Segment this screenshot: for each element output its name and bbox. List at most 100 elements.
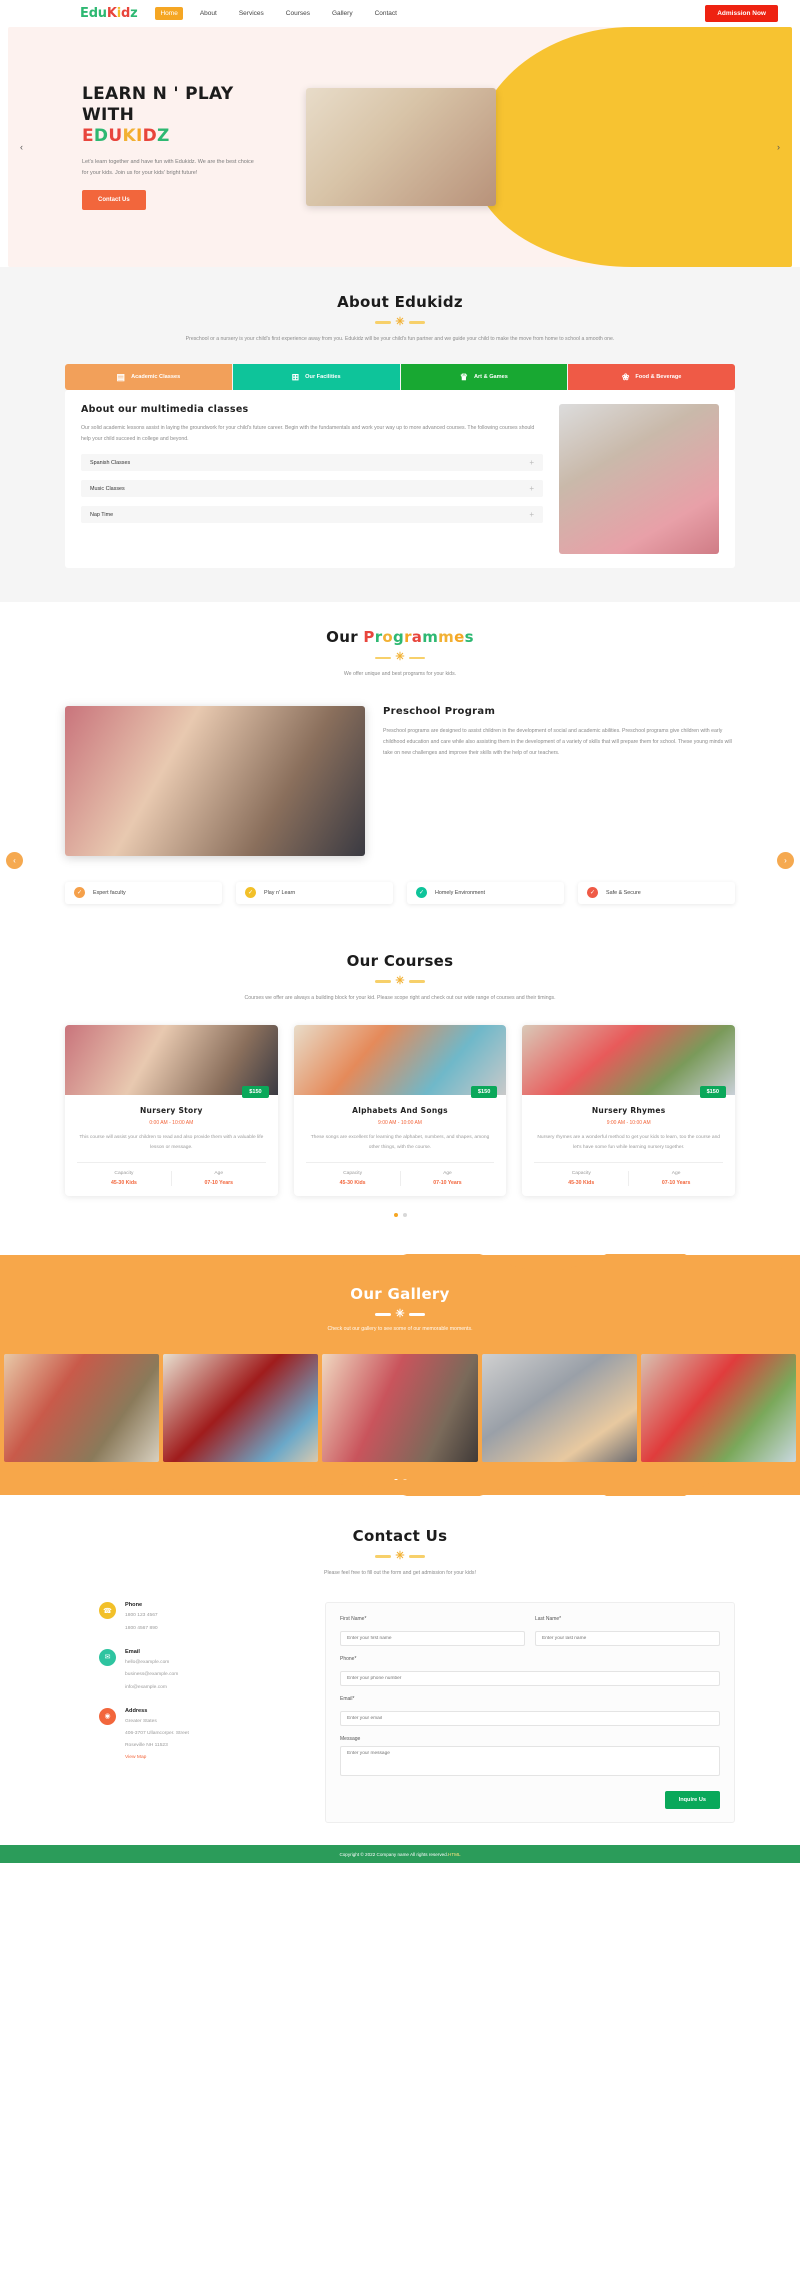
gallery-image[interactable] bbox=[4, 1353, 160, 1462]
contact-block-heading: Address bbox=[125, 1707, 148, 1714]
books-icon: ▤ bbox=[116, 371, 126, 382]
contact-phone-2[interactable]: 1800 4567 890 bbox=[125, 1624, 158, 1633]
address-line-2: 406-3707 Ullamcorper. Street bbox=[125, 1731, 189, 1737]
tab-academic-classes[interactable]: ▤ Academic Classes bbox=[65, 364, 232, 391]
accordion-label: Spanish Classes bbox=[90, 459, 131, 466]
tab-art-and-games[interactable]: ♛ Art & Games bbox=[400, 364, 568, 391]
gallery-image[interactable] bbox=[163, 1353, 319, 1462]
star-icon: ✳ bbox=[395, 1307, 405, 1320]
tab-our-facilities[interactable]: ⊞ Our Facilities bbox=[232, 364, 400, 391]
contact-form: First Name* Last Name* Phone* Email* bbox=[325, 1602, 735, 1824]
tab-label: Our Facilities bbox=[305, 374, 341, 381]
hero-contact-button[interactable]: Contact Us bbox=[82, 190, 146, 211]
course-card[interactable]: $150 Nursery Rhymes 9:00 AM - 10:00 AM N… bbox=[522, 1025, 736, 1196]
programmes-divider: ✳ bbox=[0, 652, 800, 663]
gallery-grid bbox=[0, 1353, 800, 1462]
nav-item-home[interactable]: Home bbox=[155, 7, 183, 20]
age-value: 07-10 Years bbox=[661, 1179, 691, 1186]
gallery-image[interactable] bbox=[481, 1353, 637, 1462]
feature-safe-and-secure: ✓ Safe & Secure bbox=[578, 881, 735, 904]
location-icon: ◉ bbox=[99, 1707, 116, 1725]
programmes-title: Our Programmes bbox=[326, 628, 474, 647]
crown-icon: ♛ bbox=[459, 371, 468, 382]
contact-phone-1[interactable]: 1800 123 4567 bbox=[125, 1611, 158, 1620]
tab-label: Academic Classes bbox=[131, 374, 181, 381]
last-name-input[interactable] bbox=[535, 1631, 720, 1647]
main-navigation: Home About Services Courses Gallery Cont… bbox=[155, 7, 402, 20]
site-logo[interactable]: EduKidz bbox=[80, 6, 138, 21]
view-map-link[interactable]: View Map bbox=[125, 1755, 189, 1760]
capacity-value: 45-30 Kids bbox=[339, 1179, 366, 1186]
accordion-item-spanish-classes[interactable]: Spanish Classes + bbox=[81, 454, 543, 472]
accordion-item-nap-time[interactable]: Nap Time + bbox=[81, 506, 543, 524]
email-input[interactable] bbox=[340, 1711, 720, 1727]
course-name: Nursery Story bbox=[139, 1106, 203, 1116]
capacity-label: Capacity bbox=[571, 1170, 591, 1176]
age-label: Age bbox=[214, 1170, 224, 1176]
feature-label: Homely Environment bbox=[435, 889, 486, 896]
course-image bbox=[522, 1025, 736, 1096]
course-card[interactable]: $150 Alphabets And Songs 9:00 AM - 10:00… bbox=[293, 1025, 507, 1196]
check-icon: ✓ bbox=[245, 887, 256, 899]
course-image bbox=[65, 1025, 278, 1096]
star-icon: ✳ bbox=[395, 1549, 405, 1562]
phone-input[interactable] bbox=[340, 1671, 720, 1687]
programmes-next-arrow[interactable]: › bbox=[777, 852, 794, 870]
hero-next-arrow[interactable]: › bbox=[777, 142, 780, 152]
gallery-title: Our Gallery bbox=[350, 1284, 450, 1303]
courses-carousel-dots bbox=[0, 1212, 800, 1217]
nav-item-contact[interactable]: Contact bbox=[370, 7, 402, 20]
star-icon: ✳ bbox=[395, 316, 405, 328]
course-description: Nursery rhymes are a wonderful method to… bbox=[537, 1135, 721, 1151]
footer-highlight[interactable]: HTML bbox=[448, 1852, 461, 1857]
phone-label: Phone* bbox=[340, 1656, 357, 1663]
course-card[interactable]: $150 Nursery Story 0:00 AM - 10:00 AM Th… bbox=[65, 1025, 278, 1196]
about-card-heading: About our multimedia classes bbox=[81, 404, 249, 416]
nav-item-about[interactable]: About bbox=[195, 7, 222, 20]
carousel-dot[interactable] bbox=[393, 1212, 398, 1217]
first-name-input[interactable] bbox=[340, 1631, 525, 1647]
programme-image bbox=[65, 705, 365, 856]
star-icon: ✳ bbox=[395, 651, 405, 664]
inquire-us-button[interactable]: Inquire Us bbox=[664, 1791, 720, 1810]
admission-now-button[interactable]: Admission Now bbox=[705, 5, 778, 22]
plus-icon: + bbox=[529, 458, 534, 468]
age-value: 07-10 Years bbox=[433, 1179, 462, 1186]
programmes-prev-arrow[interactable]: ‹ bbox=[6, 852, 23, 870]
gallery-image[interactable] bbox=[640, 1353, 797, 1462]
hero-title: LEARN N ' PLAY WITH EDUKIDZ bbox=[82, 84, 284, 148]
feature-play-n-learn: ✓ Play n' Learn bbox=[236, 881, 393, 904]
course-capacity: Capacity 45-30 Kids bbox=[306, 1171, 400, 1186]
nav-item-gallery[interactable]: Gallery bbox=[327, 7, 358, 20]
contact-email-1[interactable]: hello@example.com bbox=[125, 1658, 178, 1667]
contact-section: Contact Us ✳ Please feel free to fill ou… bbox=[0, 1494, 800, 1846]
feature-expert-faculty: ✓ Expert faculty bbox=[65, 881, 222, 904]
tab-food-and-beverage[interactable]: ❀ Food & Beverage bbox=[568, 364, 735, 391]
contact-email-2[interactable]: business@example.com bbox=[125, 1670, 178, 1679]
site-header: EduKidz Home About Services Courses Gall… bbox=[0, 0, 800, 27]
nav-item-services[interactable]: Services bbox=[234, 7, 269, 20]
logo-letter: z bbox=[130, 6, 138, 21]
message-label: Message bbox=[340, 1736, 361, 1743]
contact-email-3[interactable]: info@example.com bbox=[125, 1683, 178, 1692]
courses-divider: ✳ bbox=[0, 975, 800, 987]
gallery-divider: ✳ bbox=[0, 1307, 800, 1320]
feature-label: Safe & Secure bbox=[606, 889, 641, 896]
plus-icon: + bbox=[529, 510, 534, 520]
programme-paragraph: Preschool programs are designed to assis… bbox=[383, 727, 732, 756]
capacity-label: Capacity bbox=[114, 1170, 134, 1176]
hero-prev-arrow[interactable]: ‹ bbox=[20, 142, 23, 152]
address-line-1: Greater States bbox=[125, 1718, 157, 1724]
gallery-image[interactable] bbox=[322, 1353, 478, 1462]
nav-item-courses[interactable]: Courses bbox=[281, 7, 315, 20]
carousel-dot[interactable] bbox=[402, 1212, 407, 1217]
course-time: 0:00 AM - 10:00 AM bbox=[149, 1120, 194, 1127]
phone-icon: ☎ bbox=[99, 1602, 116, 1620]
message-input[interactable] bbox=[340, 1746, 720, 1777]
check-icon: ✓ bbox=[416, 887, 427, 899]
age-value: 07-10 Years bbox=[204, 1179, 233, 1186]
programme-heading: Preschool Program bbox=[383, 705, 496, 717]
accordion-item-music-classes[interactable]: Music Classes + bbox=[81, 480, 543, 498]
accordion-label: Music Classes bbox=[90, 485, 125, 492]
about-tab-panel: About our multimedia classes Our solid a… bbox=[65, 390, 735, 569]
